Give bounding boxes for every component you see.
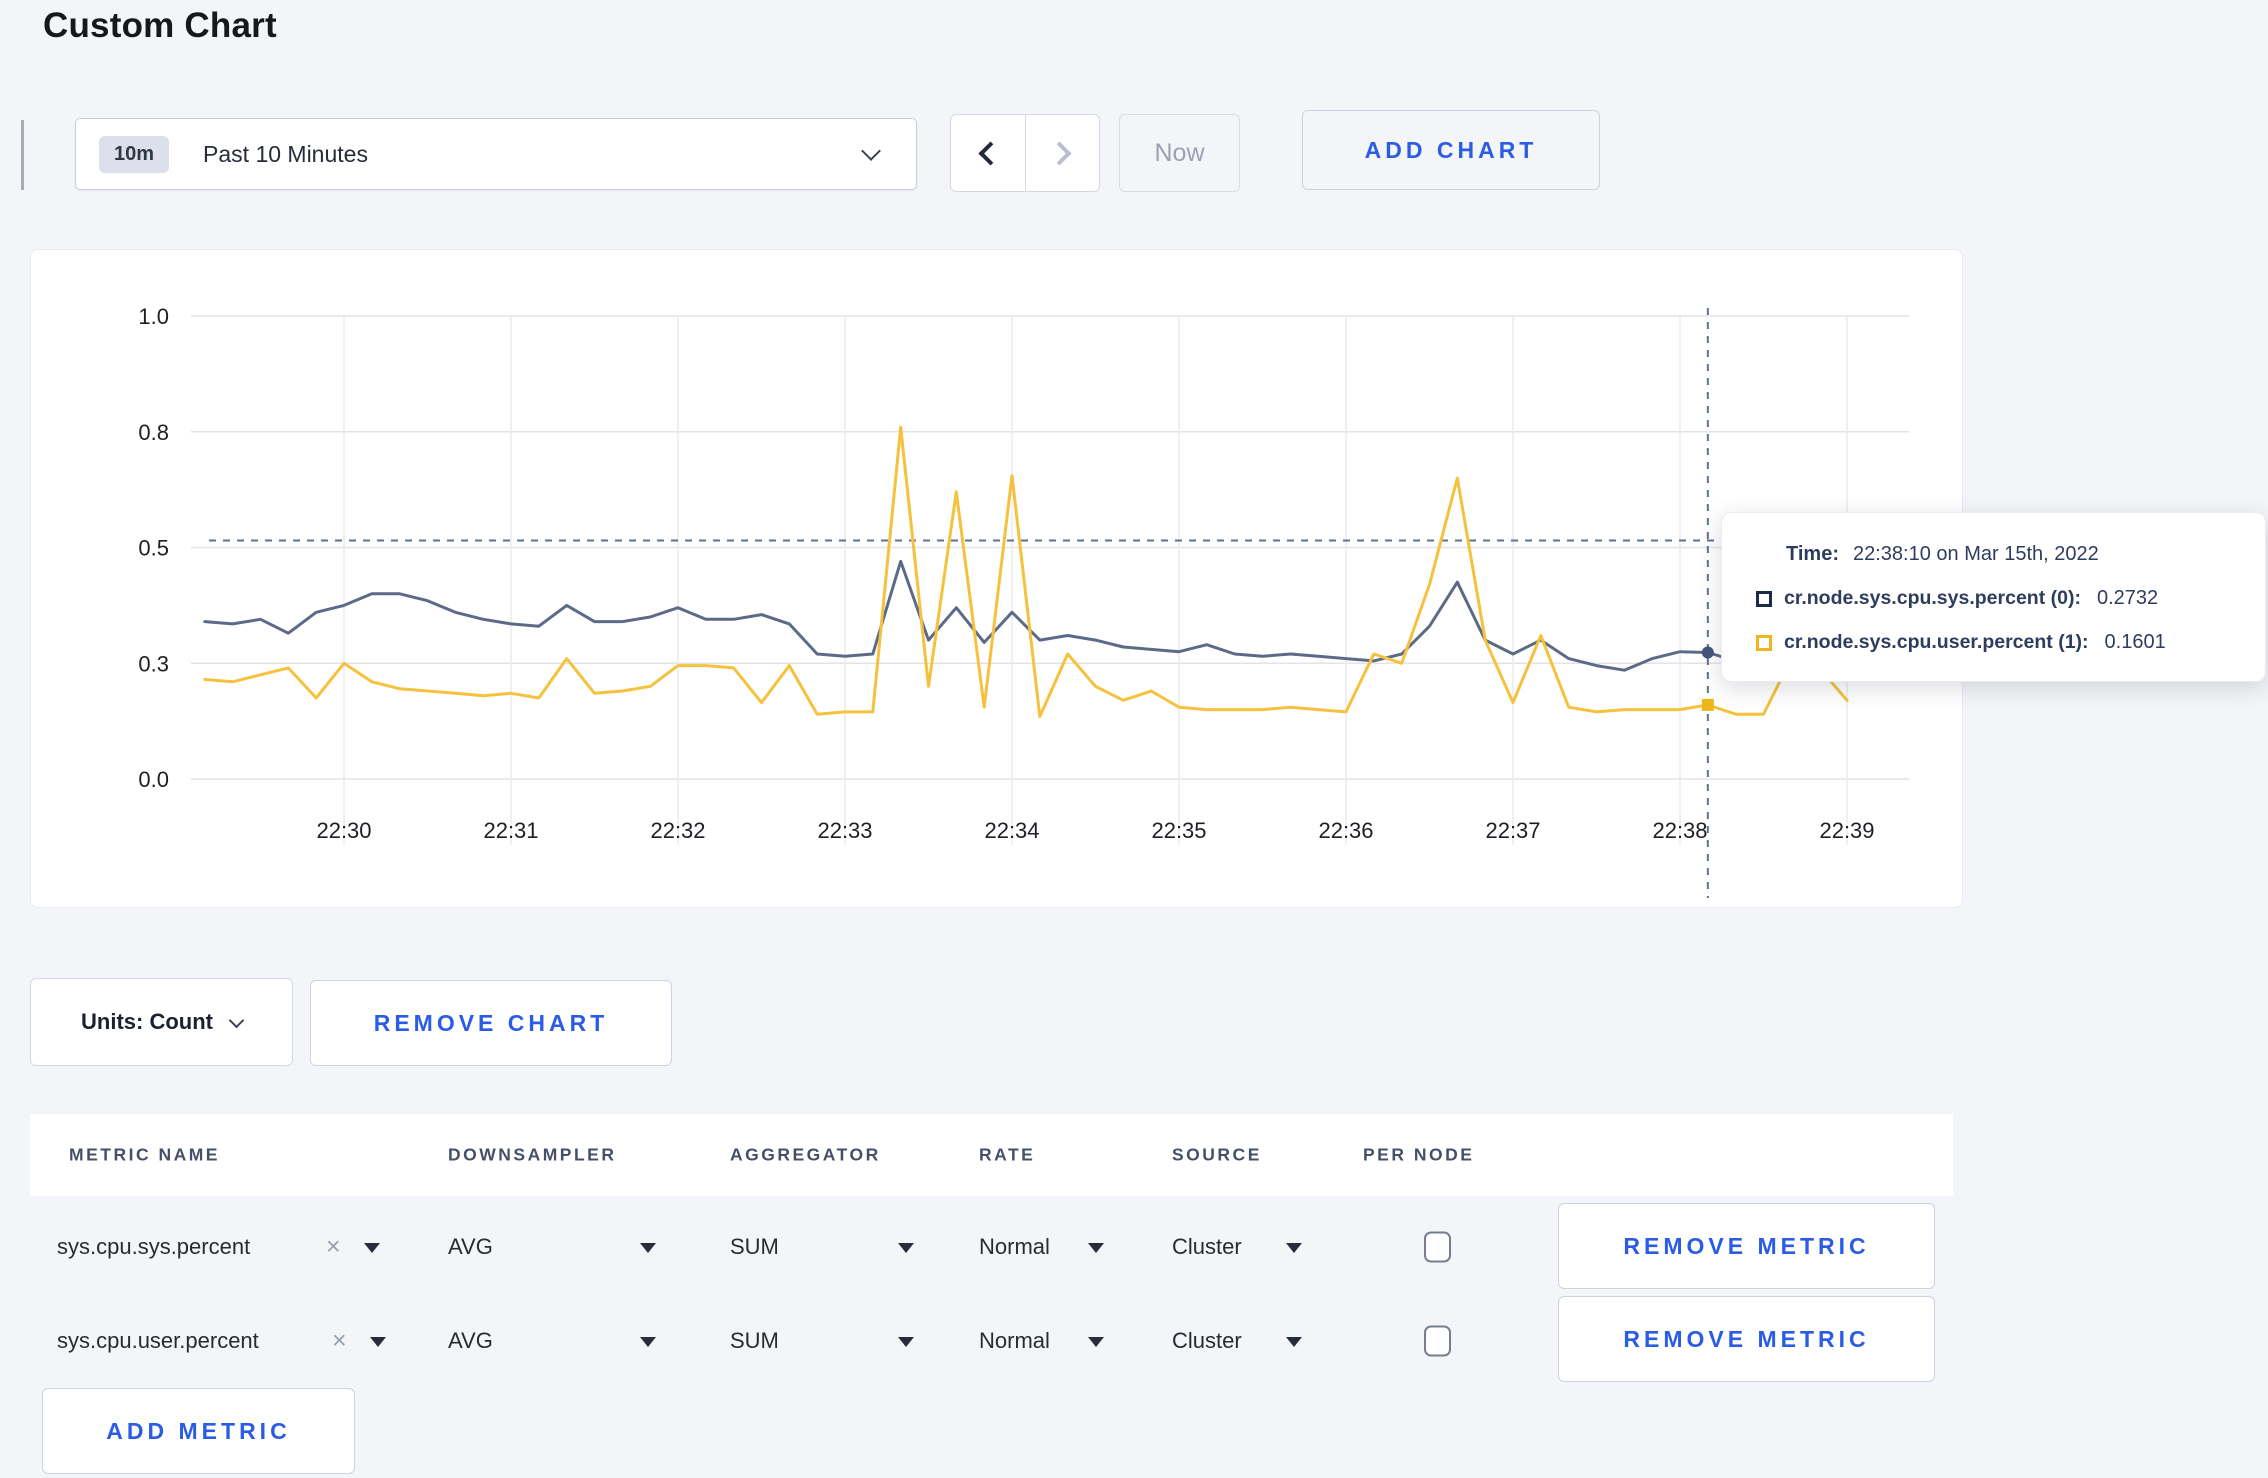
- x-tick-label: 22:32: [650, 818, 705, 843]
- metric-name-select[interactable]: sys.cpu.user.percent: [57, 1328, 259, 1354]
- rate-select[interactable]: Normal: [979, 1234, 1050, 1260]
- chart-card: 0.0 0.3 0.5 0.8 1.0 22:30 22:31 22:32 22:33 22:34…: [30, 249, 1963, 908]
- x-tick-label: 22:33: [817, 818, 872, 843]
- x-tick-label: 22:38: [1652, 818, 1707, 843]
- rate-select[interactable]: Normal: [979, 1328, 1050, 1354]
- remove-metric-button[interactable]: REMOVE METRIC: [1558, 1203, 1935, 1289]
- x-tick-label: 22:34: [984, 818, 1039, 843]
- downsampler-select[interactable]: AVG: [448, 1234, 493, 1260]
- step-back-button[interactable]: [951, 115, 1026, 191]
- col-source: SOURCE: [1172, 1144, 1262, 1165]
- metric-caret-icon[interactable]: [364, 1243, 380, 1253]
- tooltip-series-value: 0.1601: [2104, 631, 2166, 653]
- series-line-cr.node.sys.cpu.user.percent: [203, 425, 1849, 718]
- time-range-label: Past 10 Minutes: [203, 140, 368, 167]
- series-line-cr.node.sys.cpu.sys.percent: [203, 559, 1849, 672]
- step-forward-button[interactable]: [1026, 115, 1100, 191]
- x-tick-label: 22:30: [316, 818, 371, 843]
- chevron-left-icon: [978, 140, 1003, 166]
- source-caret-icon[interactable]: [1286, 1243, 1302, 1253]
- col-metric-name: METRIC NAME: [69, 1144, 220, 1165]
- downsampler-caret-icon[interactable]: [640, 1243, 656, 1253]
- tooltip-time-label: Time:: [1786, 543, 1839, 565]
- clear-metric-icon[interactable]: ×: [326, 1234, 341, 1260]
- add-metric-button[interactable]: ADD METRIC: [42, 1388, 355, 1474]
- col-rate: RATE: [979, 1144, 1036, 1165]
- tooltip-series-value: 0.2732: [2096, 587, 2159, 609]
- series-swatch-sys-icon: [1756, 590, 1772, 607]
- rate-caret-icon[interactable]: [1088, 1243, 1104, 1253]
- y-tick-label: 1.0: [138, 304, 169, 329]
- col-per-node: PER NODE: [1363, 1144, 1475, 1165]
- col-downsampler: DOWNSAMPLER: [448, 1144, 617, 1165]
- col-aggregator: AGGREGATOR: [730, 1144, 881, 1165]
- aggregator-caret-icon[interactable]: [898, 1337, 914, 1347]
- per-node-checkbox[interactable]: [1424, 1325, 1451, 1357]
- source-caret-icon[interactable]: [1286, 1337, 1302, 1347]
- x-tick-label: 22:39: [1819, 818, 1874, 843]
- y-tick-label: 0.3: [138, 651, 169, 676]
- per-node-checkbox[interactable]: [1424, 1231, 1451, 1263]
- metric-name-select[interactable]: sys.cpu.sys.percent: [57, 1234, 250, 1260]
- chart-hover-tooltip: Time: 22:38:10 on Mar 15th, 2022 cr.node…: [1721, 512, 2266, 682]
- units-label: Units: Count: [81, 1009, 213, 1034]
- time-step-buttons: [950, 114, 1100, 192]
- x-tick-label: 22:37: [1485, 818, 1540, 843]
- time-range-badge: 10m: [99, 135, 170, 173]
- downsampler-caret-icon[interactable]: [640, 1337, 656, 1347]
- y-tick-label: 0.5: [138, 536, 169, 561]
- now-button[interactable]: Now: [1119, 114, 1240, 192]
- chevron-down-icon: [861, 141, 881, 161]
- metrics-table-header: METRIC NAME DOWNSAMPLER AGGREGATOR RATE …: [30, 1114, 1953, 1196]
- y-tick-label: 0.0: [138, 767, 169, 792]
- time-range-dropdown[interactable]: 10m Past 10 Minutes: [75, 118, 917, 190]
- downsampler-select[interactable]: AVG: [448, 1328, 493, 1354]
- tooltip-series-name: cr.node.sys.cpu.user.percent (1):: [1784, 631, 2089, 653]
- aggregator-caret-icon[interactable]: [898, 1243, 914, 1253]
- aggregator-select[interactable]: SUM: [730, 1328, 779, 1354]
- rate-caret-icon[interactable]: [1088, 1337, 1104, 1347]
- chevron-right-icon: [1047, 140, 1072, 166]
- remove-metric-button[interactable]: REMOVE METRIC: [1558, 1296, 1935, 1382]
- x-tick-label: 22:31: [483, 818, 538, 843]
- x-tick-label: 22:36: [1318, 818, 1373, 843]
- tooltip-time-value: 22:38:10 on Mar 15th, 2022: [1852, 543, 2099, 565]
- chevron-down-icon: [228, 1012, 245, 1028]
- clear-metric-icon[interactable]: ×: [332, 1328, 347, 1354]
- source-select[interactable]: Cluster: [1172, 1328, 1242, 1354]
- x-tick-label: 22:35: [1151, 818, 1206, 843]
- metric-caret-icon[interactable]: [370, 1337, 386, 1347]
- units-dropdown[interactable]: Units: Count: [30, 978, 293, 1066]
- tooltip-series-name: cr.node.sys.cpu.sys.percent (0):: [1784, 587, 2081, 609]
- custom-chart-plot[interactable]: 0.0 0.3 0.5 0.8 1.0 22:30 22:31 22:32 22:33 22:34…: [31, 250, 1964, 909]
- page-title: Custom Chart: [43, 6, 277, 45]
- y-tick-label: 0.8: [138, 420, 169, 445]
- left-edge-divider: [21, 120, 24, 190]
- aggregator-select[interactable]: SUM: [730, 1234, 779, 1260]
- series-swatch-user-icon: [1756, 634, 1772, 651]
- source-select[interactable]: Cluster: [1172, 1234, 1242, 1260]
- add-chart-button[interactable]: ADD CHART: [1302, 110, 1600, 190]
- remove-chart-button[interactable]: REMOVE CHART: [310, 980, 672, 1066]
